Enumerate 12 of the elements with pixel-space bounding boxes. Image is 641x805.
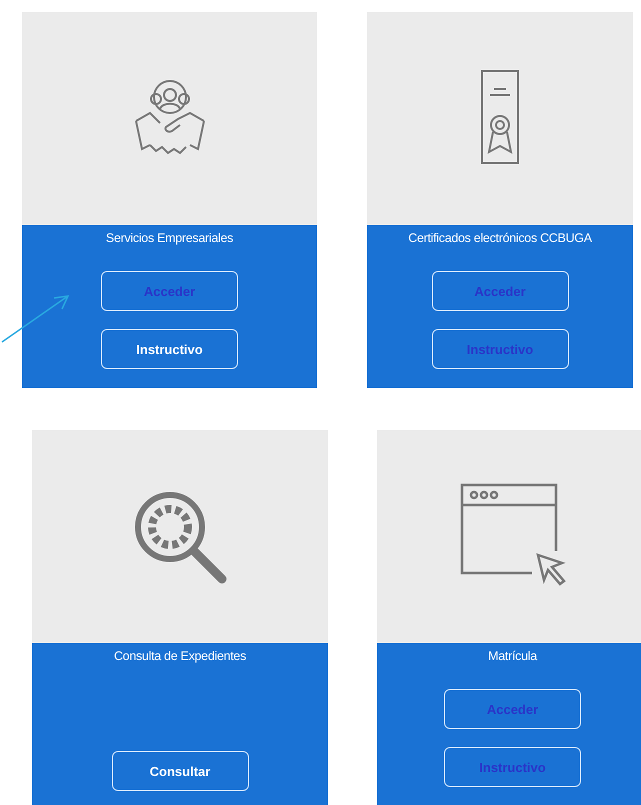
pointer-arrow <box>0 294 70 344</box>
action-button[interactable]: Instructivo <box>444 747 581 787</box>
action-button[interactable]: Instructivo <box>432 329 568 369</box>
action-button[interactable]: Instructivo <box>101 329 238 369</box>
action-button[interactable]: Acceder <box>101 271 238 311</box>
action-button[interactable]: Consultar <box>112 751 248 791</box>
action-button[interactable]: Acceder <box>444 689 581 729</box>
card-title: Certificados electrónicos CCBUGA <box>408 231 592 245</box>
card-title: Servicios Empresariales <box>106 231 234 245</box>
card-title: Consulta de Expedientes <box>114 649 246 663</box>
action-button[interactable]: Acceder <box>432 271 568 311</box>
card-title: Matrícula <box>488 649 537 663</box>
